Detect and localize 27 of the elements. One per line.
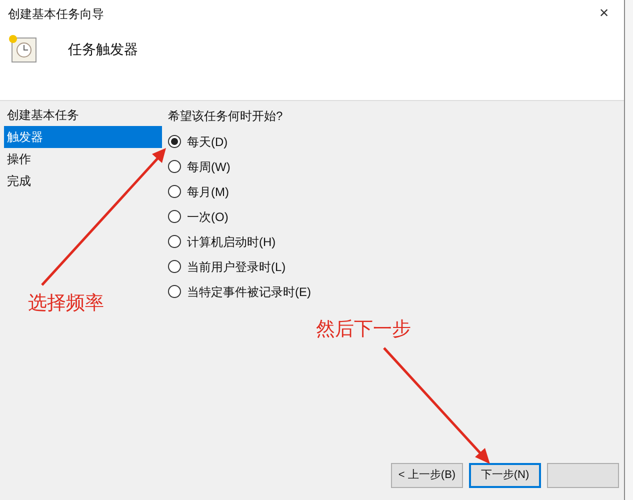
close-button[interactable]: × <box>592 2 616 26</box>
option-label[interactable]: 当前用户登录时(L) <box>187 258 286 276</box>
radio-button[interactable] <box>168 160 181 173</box>
sidebar-item[interactable]: 完成 <box>4 170 162 192</box>
wizard-button[interactable]: 下一步(N) <box>469 463 541 488</box>
window-title: 创建基本任务向导 <box>8 6 104 23</box>
radio-button[interactable] <box>168 185 181 198</box>
radio-button[interactable] <box>168 210 181 223</box>
option-label[interactable]: 当特定事件被记录时(E) <box>187 282 311 300</box>
clock-icon <box>8 34 38 64</box>
sidebar-item[interactable]: 创建基本任务 <box>4 104 162 126</box>
radio-button[interactable] <box>168 260 181 273</box>
annotation-text: 然后下一步 <box>316 318 411 342</box>
option-label[interactable]: 每周(W) <box>187 158 230 176</box>
sidebar-item[interactable]: 操作 <box>4 148 162 170</box>
radio-button[interactable] <box>168 235 181 248</box>
option-label[interactable]: 计算机启动时(H) <box>187 232 276 250</box>
question-text: 希望该任务何时开始? <box>168 108 284 125</box>
option-label[interactable]: 每月(M) <box>187 182 229 200</box>
option-label[interactable]: 每天(D) <box>187 132 228 150</box>
wizard-button[interactable]: < 上一步(B) <box>391 463 463 488</box>
radio-button[interactable] <box>168 285 181 298</box>
radio-button[interactable] <box>168 135 181 148</box>
sidebar-item[interactable]: 触发器 <box>4 126 162 148</box>
annotation-text: 选择频率 <box>28 292 104 316</box>
option-label[interactable]: 一次(O) <box>187 208 228 226</box>
header-title: 任务触发器 <box>68 40 138 58</box>
